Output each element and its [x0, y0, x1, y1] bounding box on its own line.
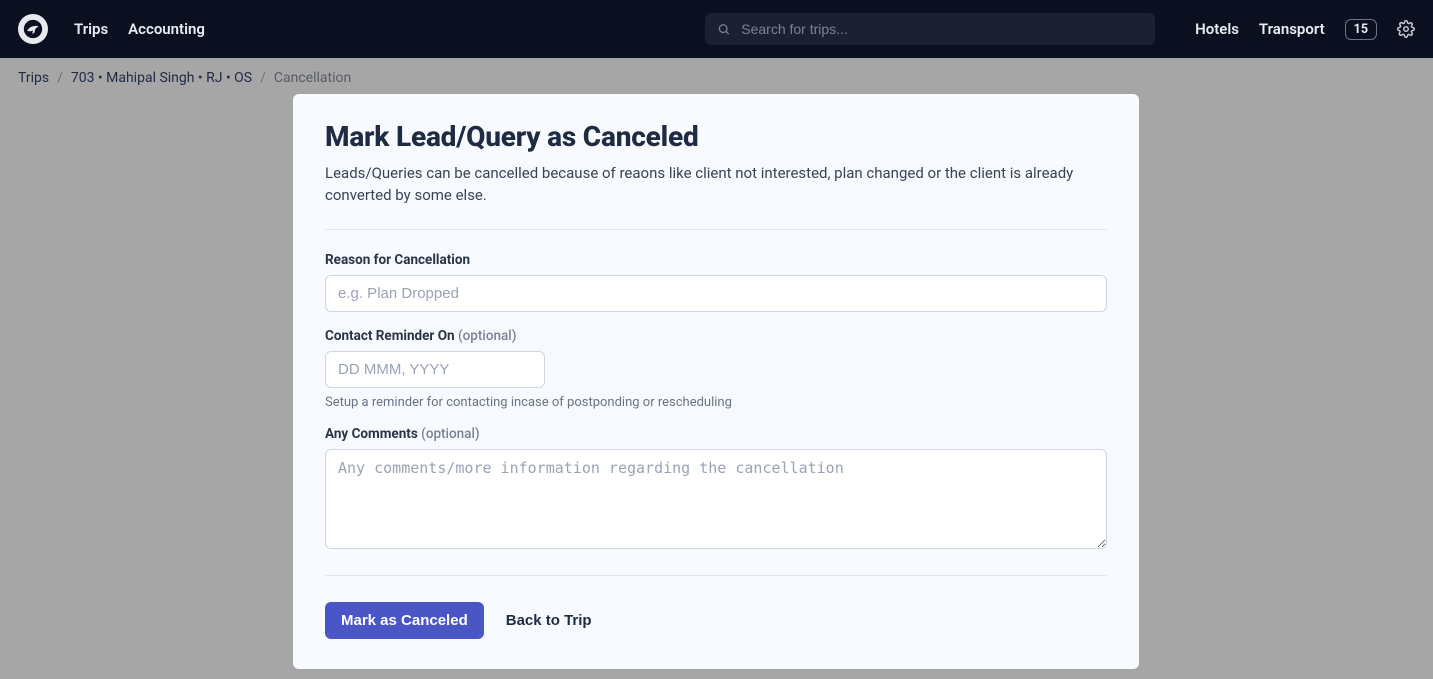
- breadcrumb-separator: /: [57, 70, 63, 86]
- nav-trips[interactable]: Trips: [74, 20, 108, 38]
- reminder-field: Contact Reminder On (optional) Setup a r…: [325, 328, 1107, 410]
- top-navbar: Trips Accounting Hotels Transport 15: [0, 0, 1433, 58]
- primary-nav: Trips Accounting: [74, 20, 205, 38]
- breadcrumb-trip[interactable]: 703 • Mahipal Singh • RJ • OS: [71, 70, 252, 86]
- settings-button[interactable]: [1397, 20, 1415, 38]
- breadcrumb-current: Cancellation: [274, 70, 351, 86]
- page-description: Leads/Queries can be cancelled because o…: [325, 163, 1107, 207]
- comments-label-text: Any Comments: [325, 426, 418, 442]
- notification-count-badge[interactable]: 15: [1345, 19, 1377, 40]
- reminder-hint: Setup a reminder for contacting incase o…: [325, 395, 1107, 410]
- reminder-label: Contact Reminder On (optional): [325, 328, 1107, 344]
- reason-field: Reason for Cancellation: [325, 252, 1107, 312]
- global-search[interactable]: [705, 13, 1155, 45]
- globe-bird-icon: [23, 19, 43, 39]
- reminder-date-input[interactable]: [325, 351, 545, 388]
- breadcrumb-separator: /: [260, 70, 266, 86]
- cancellation-form-card: Mark Lead/Query as Canceled Leads/Querie…: [293, 94, 1139, 669]
- reminder-label-text: Contact Reminder On: [325, 328, 455, 344]
- back-to-trip-button[interactable]: Back to Trip: [506, 612, 592, 629]
- breadcrumb: Trips / 703 • Mahipal Singh • RJ • OS / …: [0, 58, 1433, 94]
- comments-field: Any Comments (optional): [325, 426, 1107, 553]
- mark-canceled-button[interactable]: Mark as Canceled: [325, 602, 484, 639]
- nav-transport[interactable]: Transport: [1259, 20, 1325, 38]
- gear-icon: [1397, 20, 1415, 38]
- divider: [325, 575, 1107, 576]
- nav-hotels[interactable]: Hotels: [1195, 20, 1239, 38]
- reminder-optional-tag: (optional): [458, 328, 516, 344]
- reason-label: Reason for Cancellation: [325, 252, 1107, 268]
- search-icon: [717, 22, 731, 37]
- comments-label: Any Comments (optional): [325, 426, 1107, 442]
- app-logo[interactable]: [18, 14, 48, 44]
- breadcrumb-root[interactable]: Trips: [18, 70, 49, 86]
- page-title: Mark Lead/Query as Canceled: [325, 120, 1107, 153]
- comments-textarea[interactable]: [325, 449, 1107, 549]
- nav-accounting[interactable]: Accounting: [128, 20, 205, 38]
- comments-optional-tag: (optional): [421, 426, 479, 442]
- reason-input[interactable]: [325, 275, 1107, 312]
- form-actions: Mark as Canceled Back to Trip: [325, 602, 1107, 639]
- search-input[interactable]: [741, 21, 1143, 37]
- secondary-nav: Hotels Transport 15: [1195, 19, 1415, 40]
- divider: [325, 229, 1107, 230]
